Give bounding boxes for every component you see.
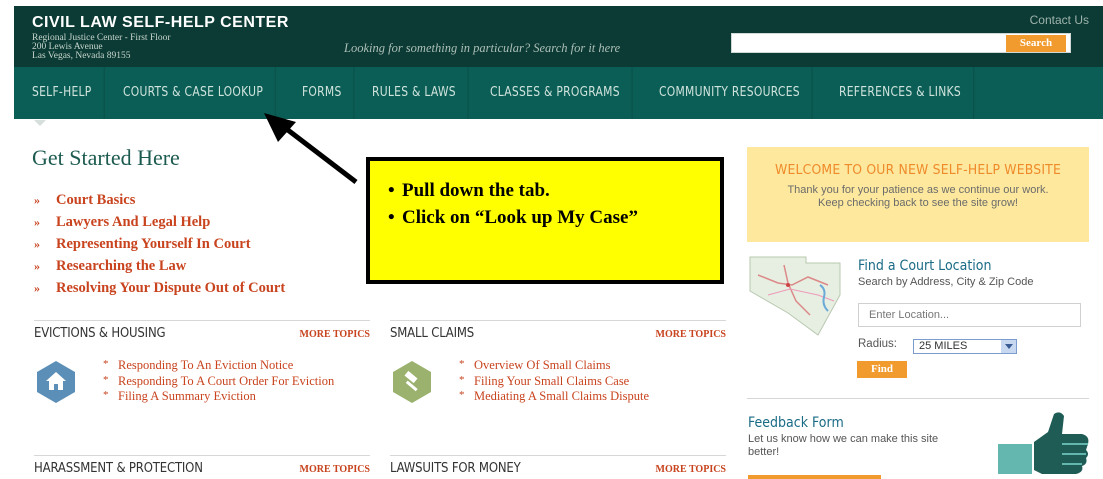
main-nav: SELF-HELP COURTS & CASE LOOKUP FORMS RUL… <box>14 67 1103 119</box>
divider <box>34 455 370 456</box>
callout-step: Click on “Look up My Case” <box>388 204 710 231</box>
divider <box>390 320 726 321</box>
get-started-title: Get Started Here <box>32 145 180 170</box>
address-line: Las Vegas, Nevada 89155 <box>32 51 131 61</box>
topic-link[interactable]: * Mediating A Small Claims Dispute <box>459 389 649 405</box>
get-started-list: » Court Basics » Lawyers And Legal Help » R… <box>34 189 285 299</box>
pointer-arrow-icon <box>264 113 358 184</box>
topic-title[interactable]: EVICTIONS & HOUSING <box>34 326 166 341</box>
get-started-link-court-basics[interactable]: » Court Basics <box>34 189 285 211</box>
get-started-link-researching-law[interactable]: » Researching the Law <box>34 255 285 277</box>
nav-item-community-resources[interactable]: COMMUNITY RESOURCES <box>647 67 813 119</box>
welcome-title: WELCOME TO OUR NEW SELF-HELP WEBSITE <box>774 162 1061 178</box>
feedback-body: Let us know how we can make this site be… <box>748 433 939 458</box>
topic-harassment-protection: HARASSMENT & PROTECTION MORE TOPICS <box>34 455 370 479</box>
radius-value: 25 MILES <box>919 340 968 352</box>
link-label: Lawyers And Legal Help <box>56 214 211 230</box>
feedback-button[interactable] <box>748 475 881 479</box>
nav-active-caret-icon <box>34 120 46 126</box>
chevron-down-icon[interactable] <box>1001 340 1016 353</box>
contact-us-link[interactable]: Contact Us <box>1030 13 1089 27</box>
link-label: Responding To A Court Order For Eviction <box>118 373 335 388</box>
divider <box>34 320 370 321</box>
bullet-icon: » <box>34 193 40 207</box>
topic-title[interactable]: SMALL CLAIMS <box>390 326 474 341</box>
link-label: Resolving Your Dispute Out of Court <box>56 280 286 296</box>
nav-item-rules-laws[interactable]: RULES & LAWS <box>360 67 469 119</box>
topic-evictions-housing: EVICTIONS & HOUSING MORE TOPICS * Respond… <box>34 320 370 430</box>
topic-link[interactable]: * Filing A Summary Eviction <box>103 389 334 405</box>
house-icon <box>37 361 75 403</box>
get-started-link-resolving-dispute[interactable]: » Resolving Your Dispute Out of Court <box>34 277 285 299</box>
callout-list: Pull down the tab. Click on “Look up My … <box>388 177 710 231</box>
site-address: Regional Justice Center - First Floor 20… <box>32 33 171 61</box>
find-court-title: Find a Court Location <box>858 258 992 274</box>
nevada-map-icon <box>749 256 841 336</box>
link-label: Overview Of Small Claims <box>474 358 611 372</box>
gavel-icon <box>393 361 431 403</box>
bullet-icon: » <box>34 237 40 251</box>
topic-link[interactable]: * Responding To An Eviction Notice <box>103 358 334 374</box>
feedback-title[interactable]: Feedback Form <box>748 415 844 431</box>
link-label: Mediating A Small Claims Dispute <box>474 389 649 403</box>
more-topics-link[interactable]: MORE TOPICS <box>300 329 370 340</box>
radius-select[interactable]: 25 MILES <box>913 339 1017 354</box>
get-started-link-lawyers[interactable]: » Lawyers And Legal Help <box>34 211 285 233</box>
bullet-icon: » <box>34 215 40 229</box>
topic-lawsuits-for-money: LAWSUITS FOR MONEY MORE TOPICS <box>390 455 726 479</box>
link-label: Court Basics <box>56 192 136 208</box>
location-input[interactable]: Enter Location... <box>858 303 1081 327</box>
site-title[interactable]: CIVIL LAW SELF-HELP CENTER <box>32 14 289 32</box>
asterisk-icon: * <box>459 389 465 401</box>
link-label: Representing Yourself In Court <box>56 236 251 252</box>
bullet-icon: » <box>34 281 40 295</box>
search-prompt: Looking for something in particular? Sea… <box>344 41 621 55</box>
nav-item-self-help[interactable]: SELF-HELP <box>32 67 105 119</box>
link-label: Filing Your Small Claims Case <box>474 373 630 388</box>
search-button[interactable]: Search <box>1006 35 1066 52</box>
find-button[interactable]: Find <box>857 361 907 378</box>
divider <box>747 398 1089 399</box>
asterisk-icon: * <box>459 358 465 370</box>
topic-links: * Responding To An Eviction Notice * Respo… <box>103 358 335 405</box>
more-topics-link[interactable]: MORE TOPICS <box>300 464 370 475</box>
thumbs-up-icon <box>998 412 1089 474</box>
divider <box>390 455 726 456</box>
callout-step: Pull down the tab. <box>388 177 710 204</box>
welcome-banner: WELCOME TO OUR NEW SELF-HELP WEBSITE Tha… <box>747 147 1089 242</box>
link-label: Responding To An Eviction Notice <box>118 358 294 372</box>
get-started-link-representing-yourself[interactable]: » Representing Yourself In Court <box>34 233 285 255</box>
topic-title[interactable]: HARASSMENT & PROTECTION <box>34 461 203 476</box>
topic-title[interactable]: LAWSUITS FOR MONEY <box>390 461 521 476</box>
topic-links: * Overview Of Small Claims * Filing Your S… <box>459 358 649 405</box>
link-label: Filing A Summary Eviction <box>118 389 256 403</box>
link-label: Researching the Law <box>56 258 187 274</box>
topic-link[interactable]: * Responding To A Court Order For Evictio… <box>103 373 335 390</box>
nav-item-classes-programs[interactable]: CLASSES & PROGRAMS <box>478 67 634 119</box>
topic-link[interactable]: * Filing Your Small Claims Case <box>459 373 649 390</box>
topic-link[interactable]: * Overview Of Small Claims <box>459 358 649 374</box>
find-court-subtitle: Search by Address, City & Zip Code <box>858 276 1034 288</box>
radius-label: Radius: <box>858 338 897 350</box>
asterisk-icon: * <box>103 373 109 386</box>
more-topics-link[interactable]: MORE TOPICS <box>656 329 726 340</box>
welcome-body: Thank you for your patience as we contin… <box>787 184 1049 209</box>
bullet-icon: » <box>34 259 40 273</box>
asterisk-icon: * <box>103 358 109 370</box>
nav-item-courts-case-lookup[interactable]: COURTS & CASE LOOKUP <box>111 67 276 119</box>
instruction-callout: Pull down the tab. Click on “Look up My … <box>366 157 724 284</box>
asterisk-icon: * <box>459 373 465 386</box>
more-topics-link[interactable]: MORE TOPICS <box>656 464 726 475</box>
asterisk-icon: * <box>103 389 109 401</box>
nav-item-references-links[interactable]: REFERENCES & LINKS <box>827 67 974 119</box>
topic-small-claims: SMALL CLAIMS MORE TOPICS * Overview Of Sm… <box>390 320 726 430</box>
